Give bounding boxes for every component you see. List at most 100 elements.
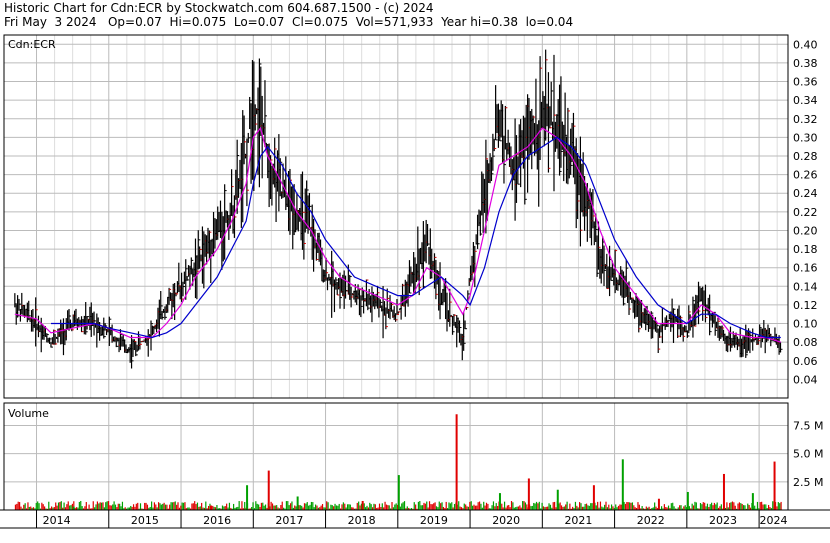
volume-bar: [524, 502, 527, 510]
volume-bar: [744, 505, 746, 510]
volume-bar: [81, 506, 83, 510]
volume-bar: [276, 505, 278, 510]
volume-bar: [44, 506, 46, 510]
volume-bar: [135, 503, 137, 510]
volume-bar: [673, 506, 675, 510]
price-panel-label: Cdn:ECR: [8, 38, 56, 51]
volume-bar: [137, 502, 139, 510]
volume-bar: [180, 505, 182, 510]
volume-bar: [120, 506, 122, 510]
volume-bar: [23, 504, 25, 510]
volume-bar: [363, 503, 365, 510]
volume-bar: [402, 502, 404, 510]
volume-bar: [107, 501, 110, 510]
volume-bar: [670, 503, 672, 510]
volume-bar: [449, 503, 451, 510]
volume-bar: [756, 501, 759, 510]
volume-bar: [720, 504, 722, 510]
volume-bar: [291, 501, 293, 510]
volume-bar: [487, 503, 489, 510]
volume-bar: [754, 505, 756, 510]
volume-bar: [779, 503, 781, 510]
volume-bar: [480, 503, 482, 510]
volume-bar: [333, 506, 335, 510]
volume-bar: [14, 504, 17, 510]
price-tick-label: 0.28: [793, 150, 818, 163]
volume-bar: [702, 502, 704, 510]
volume-bar: [256, 503, 258, 510]
volume-bar: [742, 505, 745, 510]
volume-bar: [373, 503, 375, 510]
volume-bar: [314, 504, 317, 510]
volume-bar: [341, 504, 343, 510]
volume-bar: [476, 505, 478, 510]
volume-bar: [27, 502, 29, 510]
price-tick-label: 0.34: [793, 94, 818, 107]
volume-bar: [691, 503, 693, 510]
volume-bar: [610, 504, 613, 510]
year-label: 2023: [709, 514, 737, 527]
volume-bar: [70, 505, 72, 510]
volume-bar: [772, 501, 774, 510]
volume-bar: [472, 505, 474, 510]
volume-bar: [415, 504, 417, 510]
volume-bar: [777, 502, 779, 510]
volume-bar: [287, 501, 289, 510]
volume-bar: [733, 502, 735, 510]
volume-bar: [633, 505, 635, 510]
volume-bar: [145, 502, 147, 510]
volume-bar: [448, 502, 450, 510]
volume-bar: [431, 504, 433, 510]
volume-bar: [459, 506, 461, 510]
volume-bar: [38, 503, 40, 510]
price-tick-label: 0.12: [793, 299, 818, 312]
volume-bar: [686, 491, 689, 510]
volume-bar: [667, 505, 670, 510]
volume-bar: [60, 501, 62, 510]
volume-bar: [597, 501, 599, 510]
volume-bar: [80, 500, 82, 510]
volume-bar: [541, 502, 543, 510]
volume-bar: [262, 502, 264, 510]
volume-bar: [327, 502, 329, 510]
volume-bar: [394, 504, 396, 510]
volume-bar: [238, 501, 240, 510]
volume-bar: [296, 496, 299, 510]
volume-bar: [166, 504, 168, 510]
volume-bar: [95, 504, 97, 510]
volume-bar: [548, 503, 550, 510]
volume-bar: [501, 503, 503, 510]
volume-bar: [226, 503, 228, 510]
volume-bar: [751, 493, 754, 510]
volume-tick-label: 5.0 M: [793, 448, 823, 461]
price-tick-label: 0.36: [793, 76, 818, 89]
volume-bar: [157, 502, 160, 510]
volume-bar: [85, 502, 87, 510]
price-tick-label: 0.38: [793, 57, 818, 70]
volume-bar: [547, 506, 549, 510]
volume-bar: [153, 502, 155, 510]
volume-bar: [433, 503, 435, 510]
volume-bar: [338, 503, 340, 510]
volume-bar: [301, 505, 303, 510]
volume-bar: [759, 502, 761, 510]
volume-bar: [401, 503, 403, 510]
volume-bar: [712, 505, 714, 510]
volume-bar: [434, 502, 436, 510]
volume-bar: [560, 505, 563, 510]
volume-tick-label: 7.5 M: [793, 420, 823, 433]
volume-bar: [428, 501, 431, 510]
volume-bar: [776, 506, 778, 510]
volume-bar: [494, 506, 496, 510]
volume-bar: [734, 505, 736, 510]
volume-bar: [209, 505, 212, 510]
volume-bar: [737, 503, 739, 510]
volume-bar: [599, 501, 602, 510]
volume-bar: [630, 502, 632, 510]
volume-bar: [519, 505, 521, 510]
volume-bar: [672, 502, 674, 510]
volume-bar: [176, 504, 178, 510]
volume-bar: [96, 501, 99, 510]
volume-bar: [117, 503, 119, 510]
volume-bar: [533, 502, 535, 510]
